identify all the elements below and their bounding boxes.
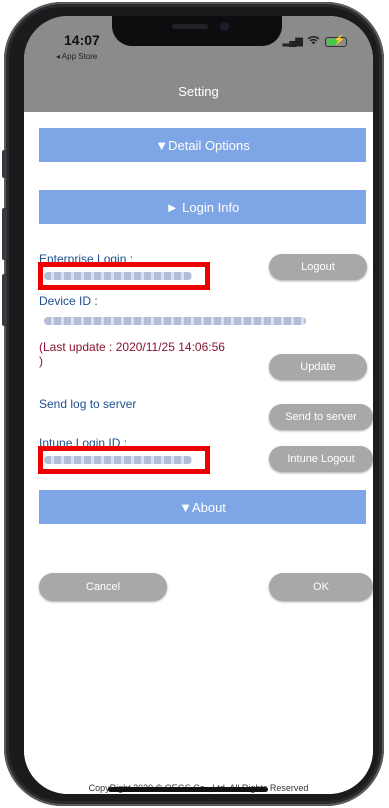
battery-charging-icon: ⚡ [325, 35, 347, 47]
device-id-label: Device ID : [39, 294, 98, 308]
device-id-value-redacted [44, 317, 306, 325]
speaker [172, 24, 208, 29]
back-to-app-store-link[interactable]: ◂ App Store [56, 52, 97, 61]
send-to-server-button[interactable]: Send to server [269, 404, 373, 430]
silent-switch [2, 150, 7, 178]
status-bar: 14:07 ◂ App Store ▂▄▆ ⚡ [24, 16, 373, 74]
nav-bar: Setting [24, 74, 373, 112]
last-update-text: (Last update : 2020/11/25 14:06:56 ) [39, 340, 225, 368]
update-button[interactable]: Update [269, 354, 367, 380]
volume-down-button [2, 274, 7, 326]
system-icons: ▂▄▆ ⚡ [283, 35, 347, 48]
notch [112, 16, 282, 46]
home-indicator[interactable] [108, 787, 268, 792]
status-time: 14:07 [64, 32, 100, 48]
page-title: Setting [178, 84, 219, 99]
section-about[interactable]: ▼About [39, 490, 366, 524]
settings-content: ▼Detail Options ► Login Info Enterprise … [24, 112, 373, 794]
screen: 14:07 ◂ App Store ▂▄▆ ⚡ Setting ▼Detail … [24, 16, 373, 794]
ok-button[interactable]: OK [269, 573, 373, 601]
logout-button[interactable]: Logout [269, 254, 367, 280]
signal-bars-icon: ▂▄▆ [282, 36, 303, 47]
send-log-label: Send log to server [39, 397, 137, 411]
wifi-icon [307, 35, 320, 48]
front-camera [220, 22, 229, 31]
intune-logout-button[interactable]: Intune Logout [269, 446, 373, 472]
section-login-info[interactable]: ► Login Info [39, 190, 366, 224]
highlight-box-enterprise-login [38, 262, 210, 290]
section-detail-options[interactable]: ▼Detail Options [39, 128, 366, 162]
phone-frame: 14:07 ◂ App Store ▂▄▆ ⚡ Setting ▼Detail … [2, 2, 384, 806]
cancel-button[interactable]: Cancel [39, 573, 167, 601]
highlight-box-intune-login [38, 446, 210, 474]
volume-up-button [2, 208, 7, 260]
